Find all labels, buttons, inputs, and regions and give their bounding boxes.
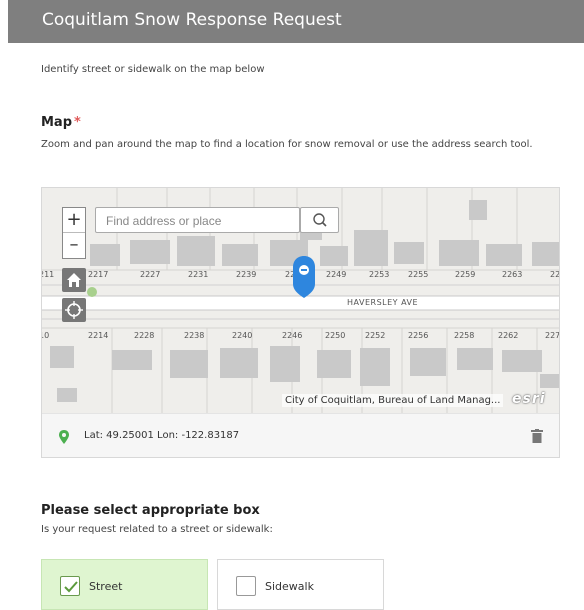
- coordinates-text: Lat: 49.25001 Lon: -122.83187: [84, 430, 240, 441]
- address-label: 2262: [498, 331, 519, 340]
- map-pin-icon: [59, 430, 69, 444]
- address-label: 2246: [282, 331, 303, 340]
- map-label: Map *: [41, 115, 81, 130]
- option-street[interactable]: Street: [41, 559, 208, 610]
- address-label: 2255: [408, 270, 429, 279]
- address-label: 2227: [140, 270, 161, 279]
- esri-logo: esri: [512, 391, 546, 407]
- home-button[interactable]: [62, 268, 86, 292]
- address-label: 10: [42, 331, 50, 340]
- sidewalk-checkbox[interactable]: [236, 576, 256, 596]
- crosshair-icon: [65, 301, 83, 319]
- address-label: 2231: [188, 270, 209, 279]
- address-label: 227: [545, 331, 560, 340]
- address-label: 2238: [184, 331, 205, 340]
- address-search-input[interactable]: [96, 208, 302, 234]
- address-label: 211: [42, 270, 55, 279]
- required-mark: *: [74, 115, 81, 130]
- map-widget: 211 2217 2227 2231 2239 22 2249 2253 225…: [41, 187, 560, 458]
- locate-button[interactable]: [62, 298, 86, 322]
- address-label: 2240: [232, 331, 253, 340]
- address-search: [95, 207, 302, 234]
- street-checkbox[interactable]: [60, 576, 80, 596]
- address-label: 2214: [88, 331, 109, 340]
- intro-text: Identify street or sidewalk on the map b…: [41, 64, 265, 75]
- select-section-title: Please select appropriate box: [41, 503, 260, 518]
- address-label: 2250: [325, 331, 346, 340]
- address-label: 2217: [88, 270, 109, 279]
- address-label: 2256: [408, 331, 429, 340]
- select-section-help: Is your request related to a street or s…: [41, 524, 273, 535]
- zoom-in-button[interactable]: +: [63, 208, 85, 233]
- option-label: Street: [89, 580, 123, 593]
- map-help-text: Zoom and pan around the map to find a lo…: [41, 139, 533, 150]
- home-icon: [67, 273, 81, 287]
- address-label: 2253: [369, 270, 390, 279]
- address-label: 2239: [236, 270, 257, 279]
- street-name-label: HAVERSLEY AVE: [347, 298, 419, 307]
- zoom-out-button[interactable]: –: [63, 233, 85, 258]
- address-label: 2252: [365, 331, 386, 340]
- coordinates-bar: Lat: 49.25001 Lon: -122.83187: [42, 413, 559, 457]
- map-address-labels-south: 10 2214 2228 2238 2240 2246 2250 2252 22…: [42, 331, 560, 343]
- address-label: 2249: [326, 270, 347, 279]
- app-header: Coquitlam Snow Response Request: [8, 0, 584, 43]
- address-label: 2258: [454, 331, 475, 340]
- trash-icon[interactable]: [531, 429, 543, 443]
- address-label: 2228: [134, 331, 155, 340]
- location-pin-icon[interactable]: [292, 254, 316, 298]
- map-canvas[interactable]: 211 2217 2227 2231 2239 22 2249 2253 225…: [42, 188, 560, 413]
- page-title: Coquitlam Snow Response Request: [42, 10, 342, 30]
- address-label: 2263: [502, 270, 523, 279]
- map-label-text: Map: [41, 115, 73, 130]
- map-attribution: City of Coquitlam, Bureau of Land Manag.…: [282, 394, 504, 407]
- option-sidewalk[interactable]: Sidewalk: [217, 559, 384, 610]
- address-label: 22: [550, 270, 560, 279]
- search-button[interactable]: [300, 207, 339, 233]
- option-label: Sidewalk: [265, 580, 314, 593]
- zoom-control: + –: [62, 207, 86, 259]
- address-label: 2259: [455, 270, 476, 279]
- search-icon: [313, 213, 327, 227]
- check-icon: [64, 581, 78, 593]
